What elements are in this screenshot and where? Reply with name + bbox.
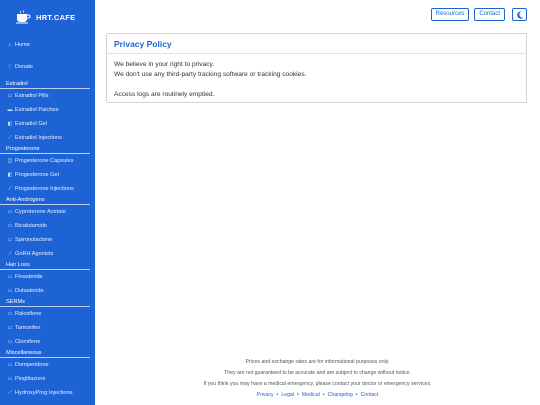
- sidebar-item-estradiol-gel[interactable]: ◧ Estradiol Gel: [0, 117, 95, 131]
- sidebar-item-bicalutamide[interactable]: ▭ Bicalutamide: [0, 219, 95, 233]
- sidebar-item-label: Home: [15, 42, 30, 48]
- page-title: Privacy Policy: [114, 38, 172, 49]
- sidebar-item-clomifene[interactable]: ▭ Clomifene: [0, 335, 95, 349]
- sidebar-item-label: Estradiol Gel: [15, 121, 48, 127]
- footer-disclaimer-1: Prices and exchange rates are for inform…: [245, 359, 390, 365]
- sidebar-item-estradiol-pills[interactable]: ▭ Estradiol Pills: [0, 89, 95, 103]
- sidebar-item-progesterone-gel[interactable]: ◧ Progesterone Gel: [0, 168, 95, 182]
- sidebar-item-estradiol-injections[interactable]: ⟋ Estradiol Injections: [0, 131, 95, 145]
- privacy-text-3: Access logs are routinely emptied.: [114, 91, 215, 98]
- sidebar-section-header: Miscellaneous: [0, 349, 90, 358]
- sidebar-item-label: HydroxyProg Injections: [15, 390, 73, 396]
- gel-icon: ◧: [7, 121, 13, 127]
- donate-icon: ♡: [7, 64, 13, 70]
- sidebar-section-header: Anti-Androgens: [0, 196, 90, 205]
- sidebar-item-label: Raloxifene: [15, 311, 42, 317]
- footer-link-changelog[interactable]: Changelog: [328, 392, 353, 398]
- pill-icon: ▭: [7, 93, 13, 99]
- sidebar-item-label: Tamoxifen: [15, 325, 41, 331]
- top-nav: Resources Contact: [430, 8, 527, 21]
- syringe-icon: ⟋: [8, 251, 12, 257]
- sidebar-item-hydroxyprog-injections[interactable]: ⟋ HydroxyProg Injections: [0, 386, 95, 400]
- sidebar-item-progesterone-injections[interactable]: ⟋ Progesterone Injections: [0, 182, 95, 196]
- privacy-policy-card: Privacy Policy We believe in your right …: [106, 33, 527, 103]
- patch-icon: ▬: [7, 107, 13, 113]
- sidebar-item-spironolactone[interactable]: ▭ Spironolactone: [0, 233, 95, 247]
- pill-icon: ▭: [7, 376, 13, 382]
- coffee-cup-icon: [14, 9, 32, 25]
- sidebar-item-label: Finasteride: [15, 274, 43, 280]
- card-header: Privacy Policy: [107, 34, 526, 54]
- footer-link-medical[interactable]: Medical: [302, 392, 320, 398]
- home-icon: ⌂: [8, 42, 12, 48]
- footer-disclaimer-3: If you think you may have a medical emer…: [203, 381, 432, 387]
- footer-links: Privacy • Legal • Medical • Changelog • Contact: [95, 390, 540, 401]
- pill-icon: ▭: [7, 209, 13, 215]
- sidebar-item-label: Bicalutamide: [15, 223, 48, 229]
- card-body: We believe in your right to privacy. We …: [107, 54, 526, 106]
- sidebar-item-label: Progesterone Injections: [15, 186, 74, 192]
- sidebar-item-tamoxifen[interactable]: ▭ Tamoxifen: [0, 321, 95, 335]
- pill-icon: ▭: [7, 362, 13, 368]
- sidebar-item-cyproterone-acetate[interactable]: ▭ Cyproterone Acetate: [0, 205, 95, 219]
- footer-separator: •: [276, 392, 279, 398]
- sidebar-item-pioglitazone[interactable]: ▭ Pioglitazone: [0, 372, 95, 386]
- sidebar-item-label: GnRH Agonists: [15, 251, 54, 257]
- pill-icon: ▭: [7, 311, 13, 317]
- sidebar-item-donate[interactable]: ♡ Donate: [0, 60, 95, 74]
- sidebar-item-label: Estradiol Injections: [15, 135, 62, 141]
- sidebar: HRT.CAFE ⌂ Home ♡ Donate Estradiol ▭ Estra…: [0, 0, 95, 405]
- footer-separator: •: [355, 392, 358, 398]
- footer-link-privacy[interactable]: Privacy: [257, 392, 274, 398]
- pill-icon: ▭: [7, 325, 13, 331]
- sidebar-item-label: Estradiol Patches: [15, 107, 59, 113]
- contact-button[interactable]: Contact: [474, 8, 505, 21]
- sidebar-item-home[interactable]: ⌂ Home: [0, 38, 95, 52]
- footer-disclaimer-2: They are not guaranteed to be accurate a…: [224, 370, 411, 376]
- sidebar-item-domperidone[interactable]: ▭ Domperidone: [0, 358, 95, 372]
- sidebar-item-finasteride[interactable]: ▭ Finasteride: [0, 270, 95, 284]
- sidebar-item-label: Donate: [15, 64, 34, 70]
- privacy-text-1: We believe in your right to privacy.: [114, 61, 215, 68]
- sidebar-item-label: Cyproterone Acetate: [15, 209, 66, 215]
- pill-icon: ▭: [7, 223, 13, 229]
- footer-link-contact[interactable]: Contact: [361, 392, 379, 398]
- sidebar-item-dutasteride[interactable]: ▭ Dutasteride: [0, 284, 95, 298]
- sidebar-item-estradiol-patches[interactable]: ▬ Estradiol Patches: [0, 103, 95, 117]
- gel-icon: ◧: [7, 172, 13, 178]
- capsule-icon: ◫: [7, 158, 13, 164]
- syringe-icon: ⟋: [8, 186, 12, 192]
- sidebar-item-label: Spironolactone: [15, 237, 53, 243]
- footer-link-legal[interactable]: Legal: [281, 392, 294, 398]
- sidebar-item-label: Dutasteride: [15, 288, 44, 294]
- sidebar-item-progesterone-capsules[interactable]: ◫ Progesterone Capsules: [0, 154, 95, 168]
- sidebar-item-label: Progesterone Gel: [15, 172, 59, 178]
- syringe-icon: ⟋: [8, 390, 12, 396]
- brand[interactable]: HRT.CAFE: [0, 0, 95, 34]
- sidebar-item-label: Clomifene: [15, 339, 41, 345]
- sidebar-item-label: Domperidone: [15, 362, 49, 368]
- moon-icon: [516, 6, 524, 24]
- sidebar-section-header: Progesterone: [0, 145, 90, 154]
- theme-toggle-button[interactable]: [512, 8, 527, 21]
- sidebar-item-gnrh-agonists[interactable]: ⟋ GnRH Agonists: [0, 247, 95, 261]
- footer: Prices and exchange rates are for inform…: [95, 357, 540, 401]
- sidebar-item-label: Progesterone Capsules: [15, 158, 74, 164]
- privacy-text-2: We don't use any third-party tracking so…: [114, 71, 307, 78]
- footer-separator: •: [322, 392, 325, 398]
- pill-icon: ▭: [7, 339, 13, 345]
- sidebar-item-label: Pioglitazone: [15, 376, 46, 382]
- sidebar-section-header: Estradiol: [0, 80, 90, 89]
- footer-separator: •: [297, 392, 299, 398]
- sidebar-section-header: SERMs: [0, 298, 90, 307]
- sidebar-item-raloxifene[interactable]: ▭ Raloxifene: [0, 307, 95, 321]
- pill-icon: ▭: [7, 237, 13, 243]
- sidebar-section-header: Hair Loss: [0, 261, 90, 270]
- sidebar-item-label: Estradiol Pills: [15, 93, 49, 99]
- pill-icon: ▭: [7, 274, 13, 280]
- resources-button[interactable]: Resources: [430, 8, 470, 21]
- pill-icon: ▭: [7, 288, 13, 294]
- brand-name: HRT.CAFE: [36, 12, 76, 22]
- syringe-icon: ⟋: [8, 135, 12, 141]
